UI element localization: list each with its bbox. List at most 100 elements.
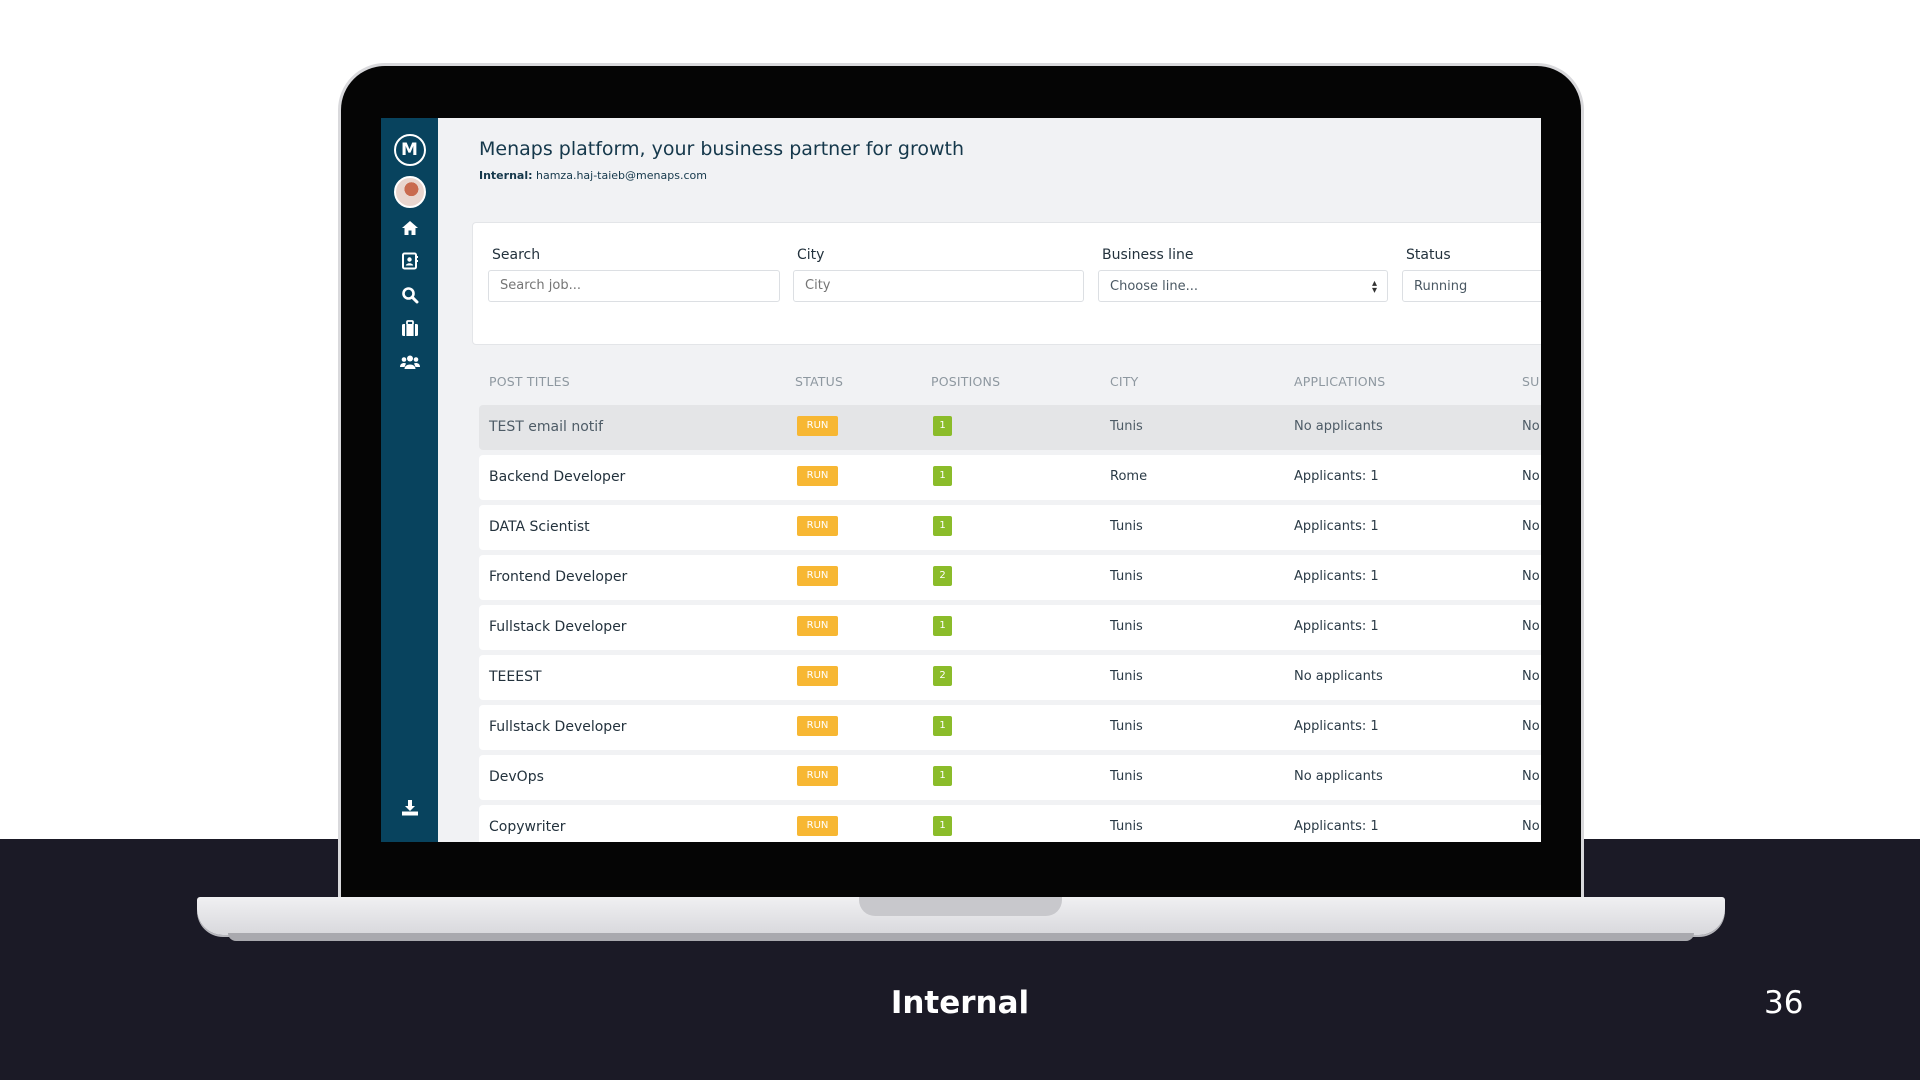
- positions-badge: 1: [933, 766, 952, 786]
- applications-cell[interactable]: Applicants: 1: [1294, 719, 1379, 734]
- post-title[interactable]: DevOps: [489, 769, 544, 785]
- city-cell: Tunis: [1110, 619, 1143, 634]
- clipped-cell: No: [1522, 719, 1540, 734]
- table-row[interactable]: TEEEST RUN 2 Tunis No applicants No: [479, 655, 1541, 700]
- status-badge: RUN: [797, 666, 838, 686]
- applications-cell[interactable]: No applicants: [1294, 419, 1383, 434]
- laptop-base-foot: [228, 933, 1694, 941]
- clipped-cell: No: [1522, 519, 1540, 534]
- city-cell: Tunis: [1110, 569, 1143, 584]
- post-title[interactable]: TEEEST: [489, 669, 542, 685]
- status-badge: RUN: [797, 516, 838, 536]
- status-badge: RUN: [797, 766, 838, 786]
- city-cell: Tunis: [1110, 519, 1143, 534]
- laptop-screen: M Menaps platform, your business partner…: [381, 118, 1541, 842]
- status-badge: RUN: [797, 416, 838, 436]
- status-badge: RUN: [797, 566, 838, 586]
- table-row[interactable]: Frontend Developer RUN 2 Tunis Applicants: 1…: [479, 555, 1541, 600]
- post-title[interactable]: Copywriter: [489, 819, 565, 835]
- table-row[interactable]: DATA Scientist RUN 1 Tunis Applicants: 1 No: [479, 505, 1541, 550]
- clipped-cell: No: [1522, 619, 1540, 634]
- table-row[interactable]: Fullstack Developer RUN 1 Tunis Applicants: …: [479, 605, 1541, 650]
- column-header-clipped[interactable]: SU: [1522, 374, 1539, 389]
- page-title: Menaps platform, your business partner f…: [479, 138, 965, 160]
- positions-badge: 1: [933, 816, 952, 836]
- post-title[interactable]: Fullstack Developer: [489, 619, 627, 635]
- status-badge: RUN: [797, 616, 838, 636]
- column-header-positions[interactable]: POSITIONS: [931, 374, 1000, 389]
- briefcase-icon[interactable]: [381, 320, 438, 337]
- status-badge: RUN: [797, 716, 838, 736]
- business-line-value: Choose line...: [1110, 279, 1198, 294]
- positions-badge: 1: [933, 616, 952, 636]
- positions-badge: 1: [933, 716, 952, 736]
- city-cell: Tunis: [1110, 669, 1143, 684]
- city-label: City: [797, 247, 825, 263]
- table-row[interactable]: Copywriter RUN 1 Tunis Applicants: 1 No: [479, 805, 1541, 842]
- city-input[interactable]: [793, 270, 1084, 302]
- contact-card-icon[interactable]: [381, 252, 438, 270]
- column-header-city[interactable]: CITY: [1110, 374, 1139, 389]
- avatar-image: [393, 176, 426, 208]
- logo-icon[interactable]: M: [381, 134, 438, 166]
- positions-badge: 1: [933, 416, 952, 436]
- logo-letter: M: [393, 134, 426, 166]
- clipped-cell: No: [1522, 769, 1540, 784]
- users-icon[interactable]: [381, 354, 438, 370]
- city-cell: Tunis: [1110, 819, 1143, 834]
- status-badge: RUN: [797, 466, 838, 486]
- column-header-applications[interactable]: APPLICATIONS: [1294, 374, 1385, 389]
- city-cell: Tunis: [1110, 719, 1143, 734]
- column-header-post-titles[interactable]: POST TITLES: [489, 374, 570, 389]
- city-cell: Tunis: [1110, 769, 1143, 784]
- applications-cell[interactable]: Applicants: 1: [1294, 469, 1379, 484]
- applications-cell[interactable]: Applicants: 1: [1294, 569, 1379, 584]
- clipped-cell: No: [1522, 469, 1540, 484]
- post-title[interactable]: Backend Developer: [489, 469, 625, 485]
- clipped-cell: No: [1522, 569, 1540, 584]
- status-badge: RUN: [797, 816, 838, 836]
- download-icon[interactable]: [381, 800, 438, 816]
- select-caret-icon: ▴ ▾: [1371, 278, 1377, 296]
- slide-footer-label: Internal: [890, 985, 1030, 1021]
- table-row[interactable]: Fullstack Developer RUN 1 Tunis Applicants: …: [479, 705, 1541, 750]
- slide-page-number: 36: [1764, 985, 1804, 1021]
- positions-badge: 1: [933, 466, 952, 486]
- clipped-cell: No: [1522, 669, 1540, 684]
- table-row[interactable]: DevOps RUN 1 Tunis No applicants No: [479, 755, 1541, 800]
- search-input[interactable]: [488, 270, 780, 302]
- table-row[interactable]: TEST email notif RUN 1 Tunis No applicants No: [479, 405, 1541, 450]
- positions-badge: 1: [933, 516, 952, 536]
- column-header-status[interactable]: STATUS: [795, 374, 843, 389]
- business-line-label: Business line: [1102, 247, 1194, 263]
- page-subtitle: Internal: hamza.haj-taieb@menaps.com: [479, 169, 707, 182]
- filter-panel: Search City Business line Choose line...…: [472, 222, 1541, 345]
- status-select[interactable]: Running: [1402, 270, 1541, 302]
- clipped-cell: No: [1522, 419, 1540, 434]
- applications-cell[interactable]: Applicants: 1: [1294, 619, 1379, 634]
- user-email: hamza.haj-taieb@menaps.com: [536, 169, 707, 182]
- sidebar: M: [381, 118, 438, 842]
- post-title[interactable]: TEST email notif: [489, 419, 603, 435]
- applications-cell[interactable]: Applicants: 1: [1294, 519, 1379, 534]
- applications-cell[interactable]: Applicants: 1: [1294, 819, 1379, 834]
- laptop-notch: [859, 897, 1062, 916]
- post-title[interactable]: Fullstack Developer: [489, 719, 627, 735]
- post-title[interactable]: DATA Scientist: [489, 519, 590, 535]
- business-line-select[interactable]: Choose line... ▴ ▾: [1098, 270, 1388, 302]
- applications-cell[interactable]: No applicants: [1294, 769, 1383, 784]
- home-icon[interactable]: [381, 220, 438, 236]
- city-cell: Rome: [1110, 469, 1148, 484]
- applications-cell[interactable]: No applicants: [1294, 669, 1383, 684]
- positions-badge: 2: [933, 566, 952, 586]
- clipped-cell: No: [1522, 819, 1540, 834]
- avatar[interactable]: [381, 176, 438, 208]
- search-label: Search: [492, 247, 541, 263]
- search-icon[interactable]: [381, 286, 438, 304]
- subtitle-label: Internal:: [479, 169, 533, 182]
- post-title[interactable]: Frontend Developer: [489, 569, 627, 585]
- table-row[interactable]: Backend Developer RUN 1 Rome Applicants: 1 No: [479, 455, 1541, 500]
- status-label: Status: [1406, 247, 1451, 263]
- city-cell: Tunis: [1110, 419, 1143, 434]
- status-value: Running: [1414, 279, 1468, 294]
